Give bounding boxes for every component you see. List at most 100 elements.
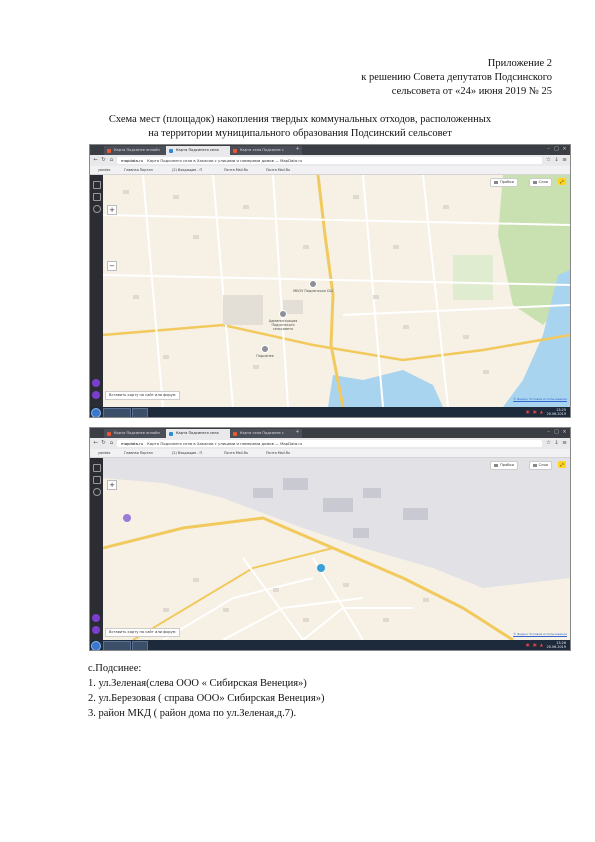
bookmarks-bar: yandex Главная Портал (2) Входящие - П П… bbox=[90, 166, 570, 175]
map-canvas bbox=[103, 458, 570, 640]
favicon-icon bbox=[107, 149, 111, 153]
map-copyright: © Яндекс Условия использования bbox=[513, 632, 567, 636]
download-icon[interactable]: ↓ bbox=[553, 440, 560, 447]
tray-icons[interactable]: ▣ ▣ ▲ bbox=[526, 409, 544, 414]
map-copyright: © Яндекс Условия использования bbox=[513, 397, 567, 401]
layers-button[interactable]: Слои bbox=[528, 461, 552, 470]
embed-map-link[interactable]: Вставить карту на сайт или форум bbox=[105, 628, 180, 637]
appendix-number: Приложение 2 bbox=[487, 58, 552, 69]
minimize-icon[interactable]: – bbox=[545, 429, 552, 436]
map-view[interactable]: МБОУ Подсинская СШ Администрация Подсинс… bbox=[103, 175, 570, 407]
taskbar-browser-button[interactable]: Y bbox=[103, 641, 131, 650]
system-clock[interactable]: 13:26 20.06.2019 bbox=[547, 641, 566, 649]
poi-school[interactable]: МБОУ Подсинская СШ bbox=[293, 280, 333, 293]
reload-icon[interactable]: ↻ bbox=[100, 157, 107, 164]
url-field[interactable]: mapdata.ru Карта Подсинего села в Хакасии… bbox=[117, 157, 542, 164]
list-heading: с.Подсинее: bbox=[88, 663, 142, 674]
zoom-in-button[interactable]: + bbox=[107, 480, 117, 490]
new-tab-icon[interactable]: + bbox=[294, 146, 301, 153]
start-button-icon[interactable] bbox=[91, 641, 101, 650]
map-canvas bbox=[103, 175, 570, 407]
zen-icon[interactable] bbox=[92, 391, 100, 399]
traffic-button[interactable]: Пробки bbox=[490, 178, 518, 187]
favicon-icon bbox=[107, 432, 111, 436]
menu-icon[interactable]: ≡ bbox=[561, 440, 568, 447]
bookmark-item[interactable]: Почта Mail.Ru bbox=[266, 166, 290, 174]
history-icon[interactable] bbox=[93, 488, 101, 496]
map-screenshot-1: Карта Подсинее онлайн Карта Подсинего се… bbox=[89, 144, 571, 418]
alice-icon[interactable] bbox=[92, 379, 100, 387]
favicon-icon bbox=[169, 432, 173, 436]
taskbar-app-button[interactable] bbox=[132, 641, 148, 650]
zen-icon[interactable] bbox=[92, 626, 100, 634]
reload-icon[interactable]: ↻ bbox=[100, 440, 107, 447]
list-item: 2. ул.Березовая ( справа ООО» Сибирская … bbox=[88, 693, 325, 704]
bookmark-item[interactable]: Главная Портал bbox=[124, 449, 153, 457]
bookmark-item[interactable]: yandex bbox=[98, 166, 110, 174]
fullscreen-button[interactable]: ⤢ bbox=[558, 461, 566, 468]
bookmark-item[interactable]: (2) Входящие - П bbox=[172, 166, 202, 174]
menu-icon[interactable]: ≡ bbox=[561, 157, 568, 164]
close-icon[interactable]: × bbox=[561, 146, 568, 153]
title-line-2: на территории муниципального образования… bbox=[148, 128, 452, 139]
minimize-icon[interactable]: – bbox=[545, 146, 552, 153]
apps-icon[interactable] bbox=[93, 181, 101, 189]
taskbar-app-button[interactable] bbox=[132, 408, 148, 417]
bookmarks-icon[interactable] bbox=[93, 193, 101, 201]
taskbar-browser-button[interactable]: Y bbox=[103, 408, 131, 417]
home-icon[interactable]: ⌂ bbox=[108, 157, 115, 164]
apps-icon[interactable] bbox=[93, 464, 101, 472]
bookmark-item[interactable]: Почта Mail.Ru bbox=[266, 449, 290, 457]
embed-map-link[interactable]: Вставить карту на сайт или форум bbox=[105, 391, 180, 400]
layers-button[interactable]: Слои bbox=[528, 178, 552, 187]
zoom-out-button[interactable]: − bbox=[107, 261, 117, 271]
back-arrow-icon[interactable]: ← bbox=[92, 440, 99, 447]
bookmark-item[interactable]: (2) Входящие - П bbox=[172, 449, 202, 457]
alice-icon[interactable] bbox=[92, 614, 100, 622]
bookmark-star-icon[interactable]: ☆ bbox=[545, 440, 552, 447]
home-icon[interactable]: ⌂ bbox=[108, 440, 115, 447]
history-icon[interactable] bbox=[93, 205, 101, 213]
start-button-icon[interactable] bbox=[91, 408, 101, 417]
place-icon bbox=[261, 345, 269, 353]
system-clock[interactable]: 13:25 20.06.2019 bbox=[547, 408, 566, 416]
map-view[interactable]: + Пробки Слои ⤢ Вставить карту на сайт и… bbox=[103, 458, 570, 640]
decision-date: сельсовета от «24» июня 2019 № 25 bbox=[391, 86, 552, 97]
favicon-icon bbox=[233, 149, 237, 153]
list-item: 3. район МКД ( район дома по ул.Зеленая,… bbox=[88, 708, 297, 719]
maximize-icon[interactable]: □ bbox=[553, 429, 560, 436]
traffic-icon bbox=[494, 463, 499, 467]
tray-icons[interactable]: ▣ ▣ ▲ bbox=[526, 642, 544, 647]
fullscreen-button[interactable]: ⤢ bbox=[558, 178, 566, 185]
maximize-icon[interactable]: □ bbox=[553, 146, 560, 153]
traffic-button[interactable]: Пробки bbox=[490, 461, 518, 470]
bookmark-star-icon[interactable]: ☆ bbox=[545, 157, 552, 164]
poi-administration[interactable]: Администрация Подсинского сельсовета bbox=[263, 310, 303, 331]
browser-tab[interactable]: Карта Подсинее онлайн bbox=[104, 429, 174, 438]
back-arrow-icon[interactable]: ← bbox=[92, 157, 99, 164]
appendix-header: Приложение 2 к решению Совета депутатов … bbox=[361, 57, 552, 99]
close-icon[interactable]: × bbox=[561, 429, 568, 436]
browser-sidebar bbox=[90, 458, 103, 640]
browser-tab[interactable]: Карта Подсинее онлайн bbox=[104, 146, 174, 155]
new-tab-icon[interactable]: + bbox=[294, 429, 301, 436]
bookmarks-icon[interactable] bbox=[93, 476, 101, 484]
school-icon bbox=[309, 280, 317, 288]
favicon-icon bbox=[169, 149, 173, 153]
browser-tab[interactable]: Карта села Подсинее с bbox=[230, 429, 302, 438]
zoom-in-button[interactable]: + bbox=[107, 205, 117, 215]
bookmark-item[interactable]: Почта Mail.Ru bbox=[224, 449, 248, 457]
download-icon[interactable]: ↓ bbox=[553, 157, 560, 164]
bookmarks-bar: yandex Главная Портал (2) Входящие - П П… bbox=[90, 449, 570, 458]
taskbar: Y ▣ ▣ ▲ 13:2620.06.2019 bbox=[90, 640, 570, 650]
url-field[interactable]: mapdata.ru Карта Подсинего села в Хакасии… bbox=[117, 440, 542, 447]
decision-reference: к решению Совета депутатов Подсинского bbox=[361, 72, 552, 83]
poi-settlement[interactable]: Подсинее bbox=[250, 345, 280, 358]
bookmark-item[interactable]: Почта Mail.Ru bbox=[224, 166, 248, 174]
browser-tab[interactable]: Карта села Подсинее с bbox=[230, 146, 302, 155]
bookmark-item[interactable]: Главная Портал bbox=[124, 166, 153, 174]
browser-tab-active[interactable]: Карта Подсинего села bbox=[166, 429, 238, 438]
traffic-icon bbox=[494, 180, 499, 184]
bookmark-item[interactable]: yandex bbox=[98, 449, 110, 457]
browser-tab-active[interactable]: Карта Подсинего села bbox=[166, 146, 238, 155]
